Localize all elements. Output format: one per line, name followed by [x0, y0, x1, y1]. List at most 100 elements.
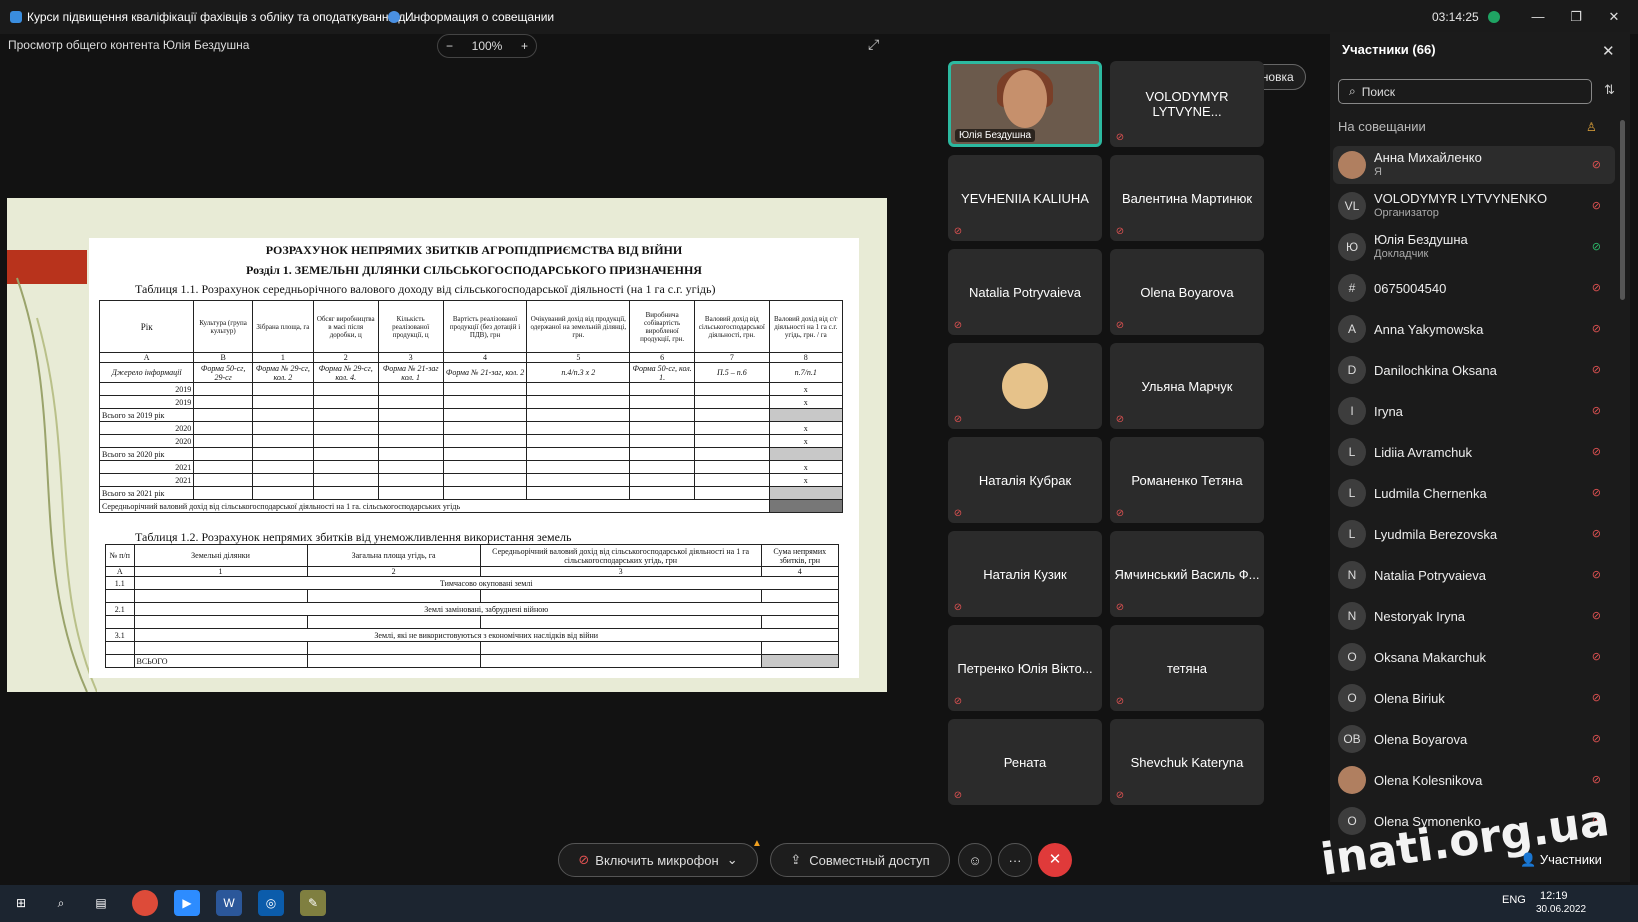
mic-muted-icon[interactable]: ⊘: [1592, 773, 1601, 786]
start-icon[interactable]: ⊞: [8, 890, 34, 916]
table1-header: Валовий дохід від сільськогосподарської …: [694, 300, 770, 353]
windows-taskbar: [0, 885, 1638, 922]
participant-row[interactable]: Olena Kolesnikova ⊘: [1333, 761, 1615, 799]
mic-muted-icon[interactable]: ⊘: [1592, 609, 1601, 622]
zoom-control: − 100% +: [437, 34, 537, 58]
slide-decor-lines: [16, 277, 97, 692]
video-tile[interactable]: Романенко Тетяна ⊘: [1110, 437, 1264, 523]
sort-icon[interactable]: ⇅: [1604, 82, 1615, 98]
participant-row[interactable]: N Natalia Potryvaieva ⊘: [1333, 556, 1615, 594]
participant-name: Olena Boyarova: [1374, 731, 1468, 747]
tab-meeting-info[interactable]: Информация о совещании: [388, 6, 554, 28]
mic-muted-icon[interactable]: ⊘: [1592, 527, 1601, 540]
participant-row[interactable]: I Iryna ⊘: [1333, 392, 1615, 430]
participant-row[interactable]: L Lidiia Avramchuk ⊘: [1333, 433, 1615, 471]
table1-header: Кількість реалізованої продукції, ц: [377, 300, 444, 353]
participant-row[interactable]: L Ludmila Chernenka ⊘: [1333, 474, 1615, 512]
task-view-icon[interactable]: ▤: [88, 890, 114, 916]
zoom-app-icon[interactable]: ▶: [174, 890, 200, 916]
mic-muted-icon[interactable]: ⊘: [1592, 650, 1601, 663]
mic-muted-icon[interactable]: ⊘: [1592, 158, 1601, 171]
mic-muted-icon[interactable]: ⊘: [1592, 363, 1601, 376]
participant-name: Oksana Makarchuk: [1374, 649, 1486, 665]
mic-muted-icon[interactable]: ⊘: [1592, 568, 1601, 581]
table1-source: Форма № 21-заг, кол. 2: [442, 362, 528, 383]
avatar: O: [1338, 684, 1366, 712]
video-tile[interactable]: Рената ⊘: [948, 719, 1102, 805]
mic-muted-icon[interactable]: ⊘: [1592, 240, 1601, 253]
share-button[interactable]: ⇪ Совместный доступ: [770, 843, 950, 877]
mic-muted-icon: ⊘: [953, 790, 963, 801]
mic-muted-icon[interactable]: ⊘: [1592, 445, 1601, 458]
participant-row[interactable]: L Lyudmila Berezovska ⊘: [1333, 515, 1615, 553]
video-tile[interactable]: Shevchuk Kateryna ⊘: [1110, 719, 1264, 805]
video-tile[interactable]: Наталія Кузик ⊘: [948, 531, 1102, 617]
mic-muted-icon[interactable]: ⊘: [1592, 281, 1601, 294]
shield-icon: [388, 11, 400, 23]
zoom-in-button[interactable]: +: [521, 39, 528, 53]
search-taskbar-icon[interactable]: ⌕: [48, 890, 74, 916]
video-tile[interactable]: ⊘: [948, 343, 1102, 429]
video-tile[interactable]: Валентина Мартинюк ⊘: [1110, 155, 1264, 241]
paint-icon[interactable]: ✎: [300, 890, 326, 916]
unmute-button[interactable]: ⊘ Включить микрофон ⌄: [558, 843, 758, 877]
participants-toggle-button[interactable]: 👤 Участники: [1520, 852, 1602, 868]
participant-row[interactable]: O Olena Biriuk ⊘: [1333, 679, 1615, 717]
language-indicator[interactable]: ENG: [1502, 894, 1526, 906]
mic-muted-icon[interactable]: ⊘: [1592, 322, 1601, 335]
video-tile[interactable]: Ямчинський Василь Ф... ⊘: [1110, 531, 1264, 617]
video-tile[interactable]: VOLODYMYR LYTVYNE... ⊘: [1110, 61, 1264, 147]
participant-row[interactable]: VL VOLODYMYR LYTVYNENKO Организатор ⊘: [1333, 187, 1615, 225]
table1-caption: Таблиця 1.1. Розрахунок середньорічного …: [135, 282, 716, 296]
zoom-out-button[interactable]: −: [446, 39, 453, 53]
table1-header: Вартість реалізованої продукції (без дот…: [442, 300, 528, 353]
search-input[interactable]: ⌕ Поиск: [1338, 79, 1592, 104]
participant-row[interactable]: D Danilochkina Oksana ⊘: [1333, 351, 1615, 389]
expand-icon[interactable]: ⤢: [868, 36, 879, 53]
mic-muted-icon[interactable]: ⊘: [1592, 199, 1601, 212]
mic-muted-icon[interactable]: ⊘: [1592, 486, 1601, 499]
video-tile[interactable]: Natalia Potryvaieva ⊘: [948, 249, 1102, 335]
close-window-button[interactable]: ✕: [1598, 6, 1630, 28]
mic-muted-icon: ⊘: [953, 696, 963, 707]
panel-scrollbar[interactable]: [1620, 120, 1625, 300]
participant-row[interactable]: OB Olena Boyarova ⊘: [1333, 720, 1615, 758]
participant-row[interactable]: N Nestoryak Iryna ⊘: [1333, 597, 1615, 635]
mic-muted-icon[interactable]: ⊘: [1592, 732, 1601, 745]
video-tile[interactable]: Olena Boyarova ⊘: [1110, 249, 1264, 335]
participant-name: Olena Biriuk: [1374, 690, 1445, 706]
webex-taskbar-icon[interactable]: ◎: [258, 890, 284, 916]
close-panel-icon[interactable]: ✕: [1602, 42, 1615, 60]
participant-row[interactable]: Анна Михайленко Я ⊘: [1333, 146, 1615, 184]
leave-meeting-button[interactable]: ✕: [1038, 843, 1072, 877]
table1-source: Форма № 29-сг, кол. 4.: [312, 362, 379, 383]
participant-row[interactable]: O Oksana Makarchuk ⊘: [1333, 638, 1615, 676]
reactions-button[interactable]: ☺: [958, 843, 992, 877]
word-icon[interactable]: W: [216, 890, 242, 916]
participant-row[interactable]: #0675004540 ⊘: [1333, 269, 1615, 307]
mic-muted-icon[interactable]: ⊘: [1592, 404, 1601, 417]
minimize-button[interactable]: —: [1522, 6, 1554, 28]
video-tile[interactable]: YEVHENIIA KALIUHA ⊘: [948, 155, 1102, 241]
more-button[interactable]: ···: [998, 843, 1032, 877]
shared-slide: РОЗРАХУНОК НЕПРЯМИХ ЗБИТКІВ АГРОПІДПРИЄМ…: [7, 198, 887, 692]
participant-row[interactable]: A Anna Yakymowska ⊘: [1333, 310, 1615, 348]
participant-name: Iryna: [1374, 403, 1403, 419]
participant-name: Lyudmila Berezovska: [1374, 526, 1498, 542]
chrome-icon[interactable]: [132, 890, 158, 916]
video-tile[interactable]: Наталія Кубрак ⊘: [948, 437, 1102, 523]
mic-muted-icon[interactable]: ⊘: [1592, 691, 1601, 704]
clock-time[interactable]: 12:19: [1540, 890, 1568, 902]
table1-header: Рік: [98, 300, 195, 353]
table1-row: 2021 x: [98, 460, 844, 474]
video-tile[interactable]: Ульяна Марчук ⊘: [1110, 343, 1264, 429]
restore-button[interactable]: ❐: [1560, 6, 1592, 28]
video-tile-self[interactable]: Юлія Бездушна: [948, 61, 1102, 147]
table2-total: ВСЬОГО: [133, 654, 308, 668]
video-tile[interactable]: тетяна ⊘: [1110, 625, 1264, 711]
tab-course[interactable]: Курси підвищення кваліфікації фахівців з…: [10, 6, 415, 28]
video-tile[interactable]: Петренко Юлія Вікто... ⊘: [948, 625, 1102, 711]
participant-row[interactable]: Ю Юлія Бездушна Докладчик ⊘: [1333, 228, 1615, 266]
video-tile-name: Наталія Кубрак: [978, 472, 1072, 488]
mic-muted-icon: ⊘: [1115, 414, 1125, 425]
